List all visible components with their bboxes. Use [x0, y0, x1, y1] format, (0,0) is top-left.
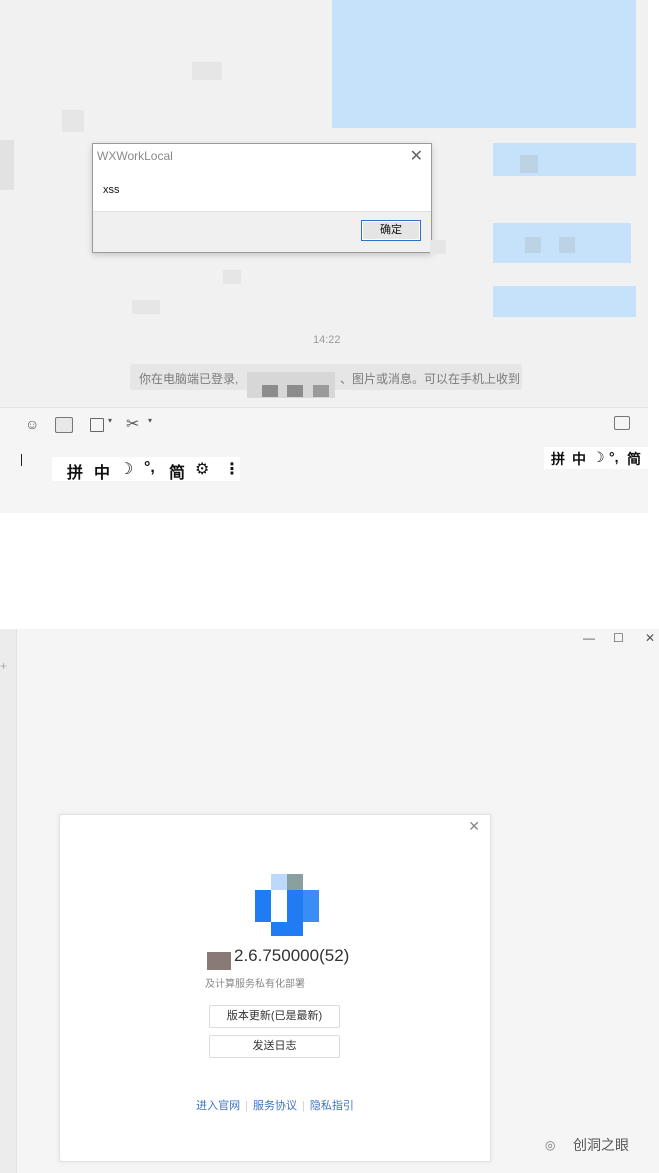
- logo-pixel: [287, 874, 303, 890]
- add-icon[interactable]: +: [0, 659, 7, 673]
- logo-pixel: [255, 890, 271, 906]
- about-dialog: ✕ 2.6.750000(52) 及计算服务私有化部署 版本更新(已是最新) 发…: [59, 814, 491, 1162]
- folder-icon[interactable]: [90, 418, 104, 432]
- message-input-area[interactable]: ☺ ▾ ✂ ▾ 拼 中 ☽ °, 简 ⚙ ⋮ 拼 中 ☽ °, 简: [0, 407, 648, 513]
- maximize-icon[interactable]: ☐: [613, 631, 624, 645]
- sidebar-strip: [0, 629, 17, 1173]
- ime-menu-icon[interactable]: ⋮: [224, 459, 240, 479]
- ime-pinyin-icon[interactable]: 拼: [551, 449, 565, 469]
- logo-pixel: [303, 906, 319, 922]
- scissors-icon[interactable]: ✂: [126, 414, 139, 434]
- ime-punctuation-icon[interactable]: °,: [144, 459, 155, 477]
- ime-punctuation-icon[interactable]: °,: [609, 449, 619, 465]
- pixelation-block: [525, 237, 541, 253]
- version-label: 2.6.750000(52): [234, 946, 350, 965]
- system-message-text-left: 你在电脑端已登录,: [139, 372, 239, 386]
- blurred-message-bubble: [332, 0, 636, 128]
- pixelation-block: [313, 385, 329, 397]
- about-window-screenshot: + — ☐ ✕ ✕ 2.6.750000(52) 及计算服务私有化部署 版本更新…: [0, 629, 659, 1173]
- pixelation-block: [559, 237, 575, 253]
- logo-pixel: [255, 906, 271, 922]
- ime-toolbar[interactable]: 拼 中 ☽ °, 简 ⚙ ⋮: [52, 457, 240, 483]
- chevron-down-icon[interactable]: ▾: [108, 416, 112, 425]
- chevron-down-icon[interactable]: ▾: [148, 416, 152, 425]
- link-separator: |: [302, 1100, 305, 1112]
- alert-title: WXWorkLocal: [97, 149, 173, 163]
- watermark-text: 创洞之眼: [573, 1137, 629, 1153]
- privacy-guide-link[interactable]: 隐私指引: [310, 1100, 354, 1112]
- wechat-icon: ◎: [545, 1138, 556, 1152]
- alert-close-icon[interactable]: ✕: [410, 146, 423, 166]
- send-log-button[interactable]: 发送日志: [209, 1035, 340, 1058]
- logo-pixel: [271, 906, 287, 922]
- blurred-text: [62, 110, 84, 132]
- alert-message: xss: [103, 184, 120, 196]
- ime-simplified-icon[interactable]: 简: [169, 459, 185, 483]
- logo-pixel: [287, 922, 303, 936]
- pixelation-block: [262, 385, 278, 397]
- redaction-block: [207, 952, 231, 970]
- about-close-icon[interactable]: ✕: [468, 818, 480, 835]
- ime-toolbar-small[interactable]: 拼 中 ☽ °, 简: [544, 447, 648, 469]
- product-description: 及计算服务私有化部署: [205, 979, 305, 990]
- official-site-link[interactable]: 进入官网: [196, 1100, 240, 1112]
- system-message-text-right: 、图片或消息。可以在手机上收到: [340, 372, 521, 386]
- minimize-icon[interactable]: —: [583, 631, 595, 645]
- blurred-text: [132, 300, 160, 314]
- footer-links: 进入官网 | 服务协议 | 隐私指引: [60, 1097, 490, 1113]
- logo-pixel: [271, 890, 287, 906]
- blurred-message-bubble: [493, 286, 636, 317]
- check-update-button[interactable]: 版本更新(已是最新): [209, 1005, 340, 1028]
- pixelation-block: [287, 385, 303, 397]
- chat-window-screenshot: WXWorkLocal ✕ xss 确定 14:22 你在电脑端已登录, 、图片…: [0, 0, 648, 513]
- logo-pixel: [303, 890, 319, 906]
- ime-pinyin-icon[interactable]: 拼: [67, 459, 83, 483]
- ok-button[interactable]: 确定: [361, 220, 421, 241]
- text-cursor: [21, 454, 22, 466]
- logo-pixel: [287, 906, 303, 922]
- logo-pixel: [271, 922, 287, 936]
- alert-dialog: WXWorkLocal ✕ xss 确定: [92, 143, 432, 253]
- service-agreement-link[interactable]: 服务协议: [253, 1100, 297, 1112]
- blurred-text: [430, 240, 446, 254]
- ime-settings-icon[interactable]: ⚙: [195, 459, 209, 479]
- blurred-text: [192, 62, 222, 80]
- ime-halfwidth-icon[interactable]: ☽: [119, 459, 133, 479]
- ime-simplified-icon[interactable]: 简: [627, 449, 641, 469]
- blurred-text: [223, 270, 241, 284]
- link-separator: |: [245, 1100, 248, 1112]
- logo-pixel: [287, 890, 303, 906]
- ime-halfwidth-icon[interactable]: ☽: [592, 449, 605, 466]
- logo-pixel: [271, 874, 287, 890]
- blurred-message-bubble: [493, 143, 636, 176]
- message-timestamp: 14:22: [313, 334, 341, 346]
- pixelation-block: [520, 155, 538, 173]
- close-window-icon[interactable]: ✕: [645, 631, 655, 645]
- ime-chinese-mode[interactable]: 中: [572, 449, 586, 469]
- blurred-avatar: [0, 140, 14, 190]
- alert-footer: 确定: [93, 211, 431, 252]
- app-logo-icon: [255, 874, 319, 936]
- screenshot-icon[interactable]: [55, 417, 73, 433]
- emoji-icon[interactable]: ☺: [25, 416, 39, 432]
- history-icon[interactable]: [614, 416, 630, 430]
- ime-chinese-mode[interactable]: 中: [94, 459, 110, 483]
